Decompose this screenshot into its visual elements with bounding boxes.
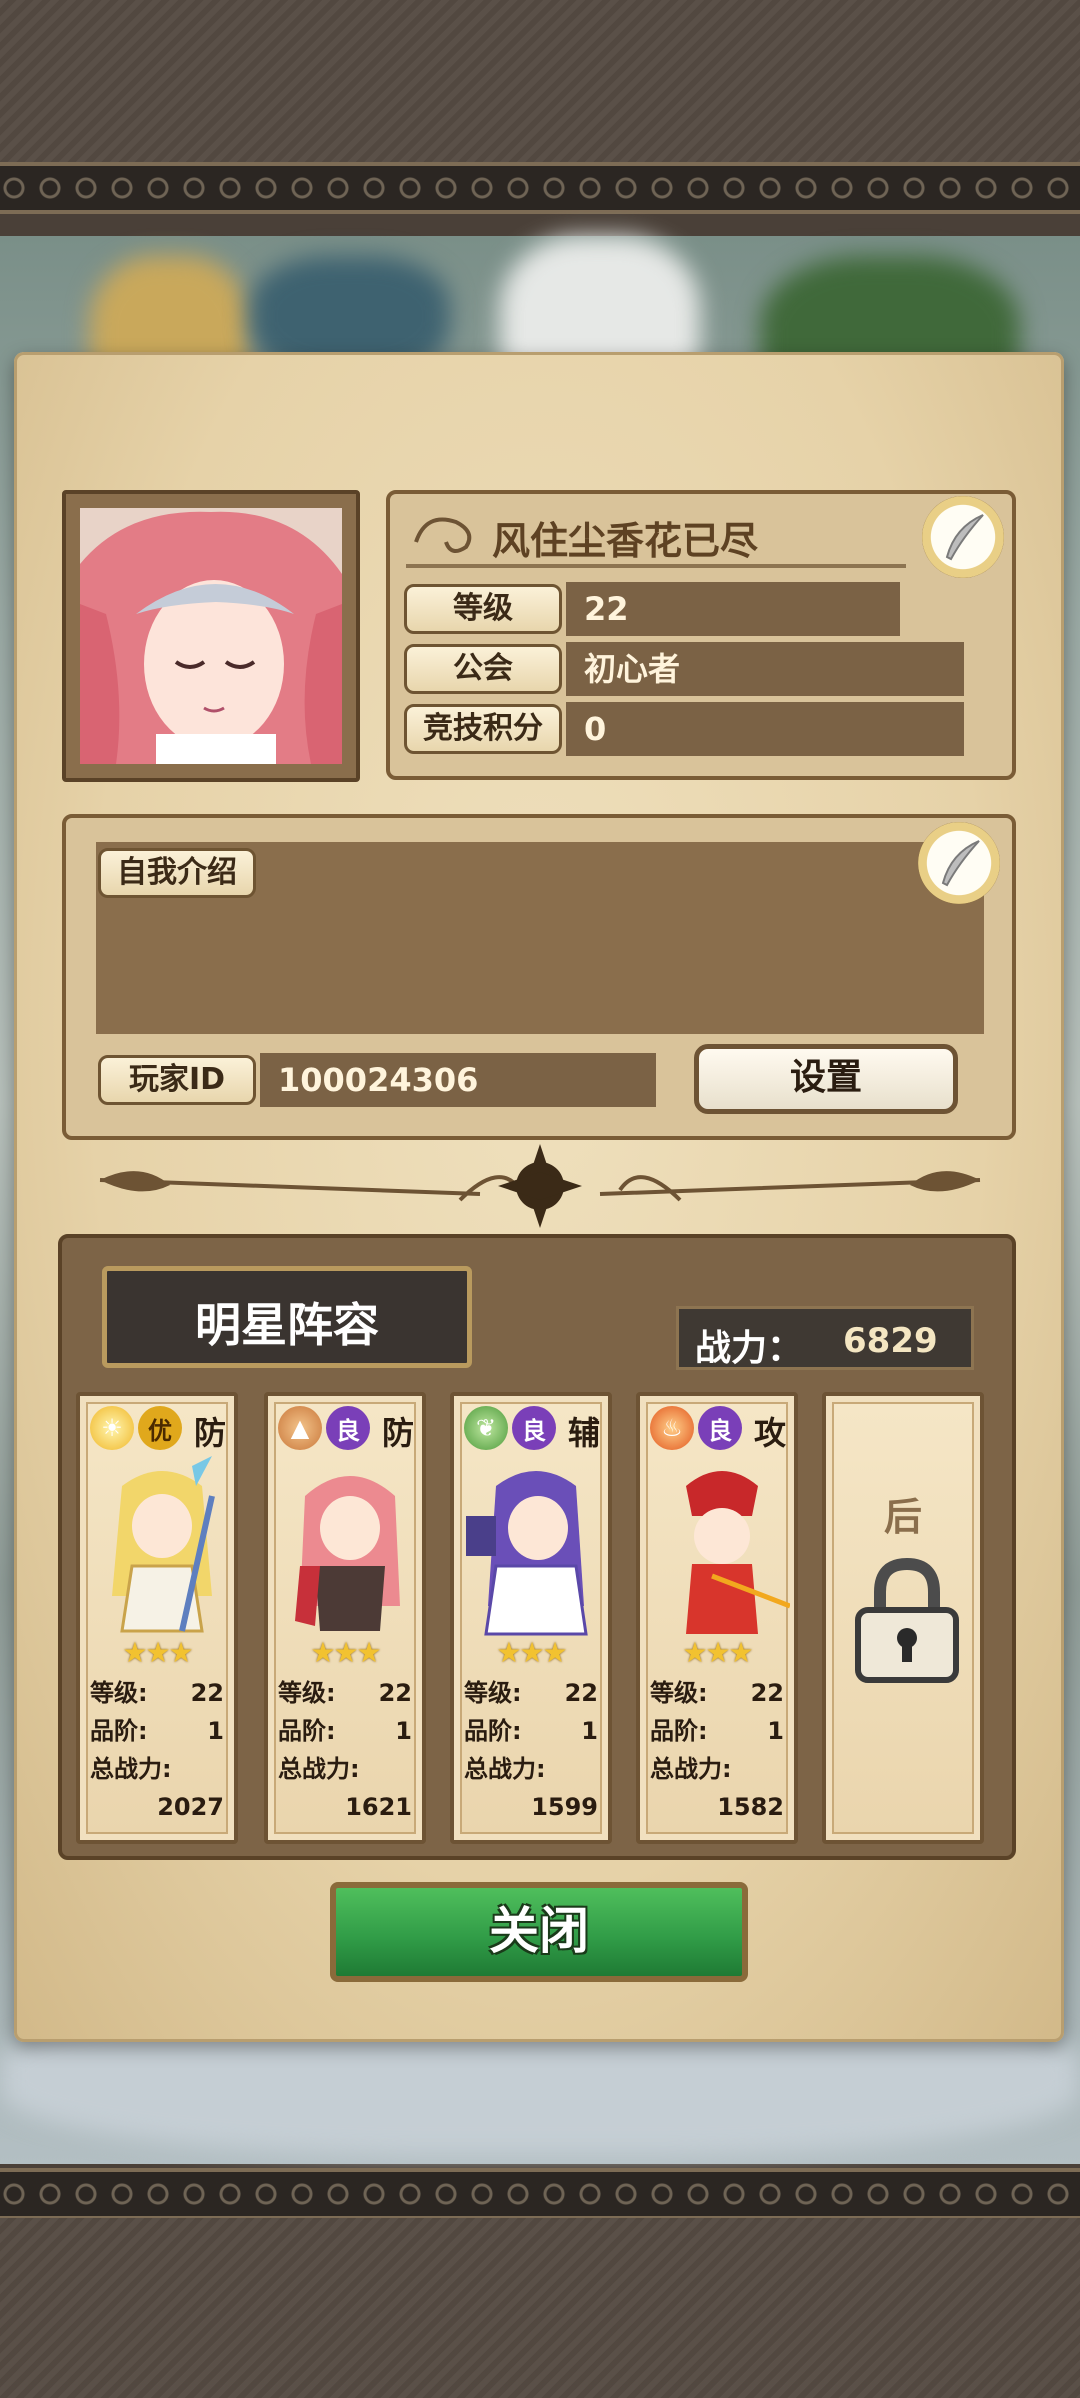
lineup-title-plate: 明星阵容: [102, 1266, 472, 1368]
guild-value: 初心者: [566, 642, 964, 696]
grade-stat-label: 品阶:: [650, 1717, 708, 1745]
power-panel: 战力： 6829: [676, 1306, 974, 1370]
back-row-label: 后: [883, 1495, 922, 1539]
hero-card[interactable]: ☀ 优 防 ★★★ 等级: 22 品阶: 1 总战力: 2027: [76, 1392, 238, 1844]
player-id-value: 100024306: [260, 1053, 656, 1107]
star-rating: ★★★: [310, 1636, 381, 1669]
star-rating: ★★★: [682, 1636, 753, 1669]
hero-grade: 1: [767, 1717, 784, 1745]
bottom-ornament-border: [0, 2168, 1080, 2220]
edit-name-button[interactable]: [922, 496, 1004, 578]
quality-badge: 良: [326, 1406, 370, 1450]
power-label: 战力：: [695, 1328, 804, 1369]
hero-portrait: [686, 1471, 790, 1634]
quill-icon: [941, 840, 980, 887]
close-button[interactable]: 关闭: [330, 1882, 748, 1982]
level-label: 等级: [404, 584, 562, 634]
hero-card[interactable]: ❦ 良 辅 ★★★ 等级: 22 品阶: 1 总战力: 1599: [450, 1392, 612, 1844]
earth-element-icon: ▲: [278, 1406, 322, 1450]
level-value: 22: [566, 582, 900, 636]
role-label: 辅: [567, 1414, 600, 1452]
flourish-icon: [414, 517, 472, 553]
star-rating: ★★★: [122, 1636, 193, 1669]
lineup-title: 明星阵容: [195, 1298, 379, 1352]
arena-points-label: 竞技积分: [404, 704, 562, 754]
settings-button[interactable]: 设置: [694, 1044, 958, 1114]
locked-hero-slot[interactable]: 后: [822, 1392, 984, 1844]
arena-points-value: 0: [566, 702, 964, 756]
edit-intro-button[interactable]: [918, 822, 1000, 904]
grade-stat-label: 品阶:: [464, 1717, 522, 1745]
intro-label: 自我介绍: [98, 848, 256, 898]
fire-element-icon: ♨: [650, 1406, 694, 1450]
hero-grade: 1: [581, 1717, 598, 1745]
power-stat-label: 总战力:: [650, 1755, 732, 1783]
top-background-band: [0, 0, 1080, 170]
quality-badge: 良: [698, 1406, 742, 1450]
hero-card[interactable]: ▲ 良 防 ★★★ 等级: 22 品阶: 1 总战力: 1621: [264, 1392, 426, 1844]
level-stat-label: 等级:: [464, 1679, 522, 1707]
avatar: [80, 508, 342, 764]
quill-icon: [945, 514, 984, 561]
lock-icon: [855, 1557, 959, 1683]
hero-level: 22: [750, 1679, 784, 1707]
role-label: 防: [381, 1414, 414, 1452]
quality-badge: 优: [138, 1406, 182, 1450]
player-name: 风住尘香花已尽: [492, 519, 759, 563]
hero-level: 22: [378, 1679, 412, 1707]
hero-portrait: [295, 1476, 400, 1631]
guild-label: 公会: [404, 644, 562, 694]
hero-card[interactable]: ♨ 良 攻 ★★★ 等级: 22 品阶: 1 总战力: 1582: [636, 1392, 798, 1844]
avatar-frame[interactable]: [62, 490, 360, 782]
hero-power: 2027: [157, 1793, 224, 1821]
power-stat-label: 总战力:: [278, 1755, 360, 1783]
level-stat-label: 等级:: [278, 1679, 336, 1707]
hero-power: 1621: [345, 1793, 412, 1821]
hero-grade: 1: [207, 1717, 224, 1745]
name-header: 风住尘香花已尽: [406, 500, 906, 568]
light-element-icon: ☀: [90, 1406, 134, 1450]
level-stat-label: 等级:: [650, 1679, 708, 1707]
hero-portrait: [112, 1456, 215, 1633]
level-stat-label: 等级:: [90, 1679, 148, 1707]
power-value: 6829: [843, 1321, 938, 1361]
star-rating: ★★★: [496, 1636, 567, 1669]
top-ornament-border: [0, 162, 1080, 214]
bottom-background-band: [0, 2218, 1080, 2398]
grade-stat-label: 品阶:: [278, 1717, 336, 1745]
ornament-divider: [99, 1144, 981, 1228]
power-stat-label: 总战力:: [464, 1755, 546, 1783]
hero-power: 1582: [717, 1793, 784, 1821]
role-label: 攻: [753, 1414, 786, 1452]
grade-stat-label: 品阶:: [90, 1717, 148, 1745]
hero-level: 22: [564, 1679, 598, 1707]
hero-portrait: [466, 1471, 588, 1636]
hero-grade: 1: [395, 1717, 412, 1745]
power-stat-label: 总战力:: [90, 1755, 172, 1783]
player-id-label: 玩家ID: [98, 1055, 256, 1105]
quality-badge: 良: [512, 1406, 556, 1450]
hero-power: 1599: [531, 1793, 598, 1821]
hero-level: 22: [190, 1679, 224, 1707]
role-label: 防: [193, 1414, 226, 1452]
wind-element-icon: ❦: [464, 1406, 508, 1450]
